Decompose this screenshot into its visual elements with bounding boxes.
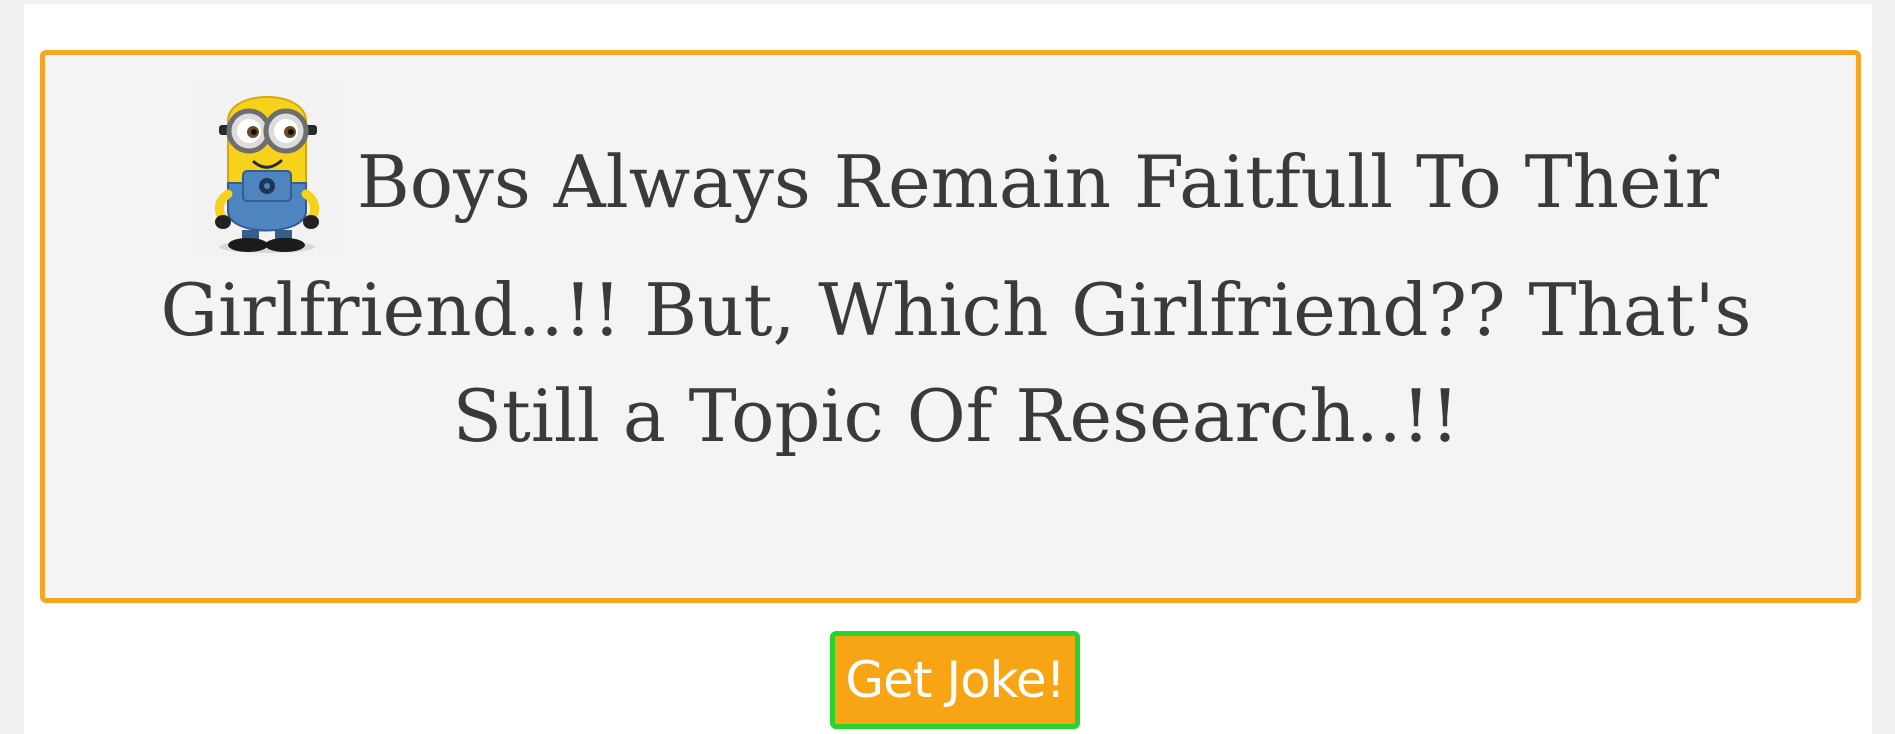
joke-text: Boys Always Remain Faitfull To Their Gir… — [160, 140, 1752, 458]
joke-card: Boys Always Remain Faitfull To Their Gir… — [40, 50, 1861, 603]
get-joke-button[interactable]: Get Joke! — [830, 631, 1080, 729]
page-container: Boys Always Remain Faitfull To Their Gir… — [24, 4, 1872, 734]
minion-icon — [192, 79, 343, 257]
joke-paragraph: Boys Always Remain Faitfull To Their Gir… — [141, 79, 1771, 469]
